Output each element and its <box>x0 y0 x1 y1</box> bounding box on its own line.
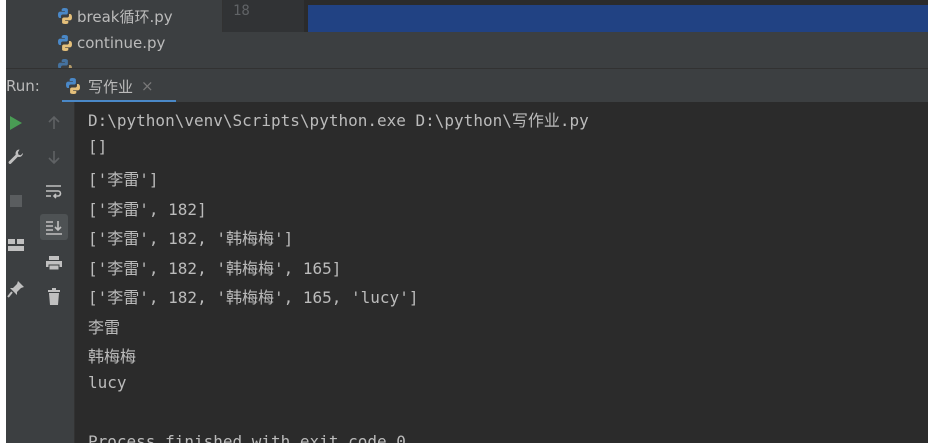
play-icon <box>10 116 22 130</box>
tree-item-label: continue.py <box>77 34 166 52</box>
console-line: ['李雷'] <box>88 170 159 189</box>
wrench-icon <box>8 149 23 164</box>
tree-item-break[interactable]: break循环.py <box>56 4 173 28</box>
arrow-down-icon <box>48 151 60 165</box>
layout-icon <box>8 239 24 251</box>
editor-area[interactable] <box>304 0 928 32</box>
soft-wrap-button[interactable] <box>42 180 66 202</box>
line-number: 18 <box>233 3 250 19</box>
rerun-button[interactable] <box>6 112 26 134</box>
console-line: lucy <box>88 373 127 392</box>
layout-button[interactable] <box>6 234 26 256</box>
console-line: 韩梅梅 <box>88 347 137 366</box>
run-toolbar-primary <box>6 102 34 443</box>
scroll-to-end-icon <box>46 221 62 235</box>
run-toolbar-secondary <box>34 102 75 443</box>
console-line: Process finished with exit code 0 <box>88 432 406 443</box>
run-tab[interactable]: 写作业 × <box>62 69 176 103</box>
selected-line-highlight <box>308 5 928 32</box>
clear-all-button[interactable] <box>42 286 66 308</box>
run-tab-label: 写作业 <box>88 77 134 96</box>
pin-button[interactable] <box>6 278 26 300</box>
console-line: D:\python\venv\Scripts\python.exe D:\pyt… <box>88 111 589 130</box>
arrow-up-icon <box>48 115 60 129</box>
editor-bottom-panel <box>222 32 928 68</box>
scroll-up-button[interactable] <box>42 112 66 134</box>
run-label: Run: <box>6 77 40 95</box>
console-line: ['李雷', 182, '韩梅梅', 165] <box>88 259 342 278</box>
trash-icon <box>48 288 60 305</box>
project-tree: break循环.py continue.py <box>6 0 222 68</box>
soft-wrap-icon <box>46 185 62 199</box>
scroll-down-button[interactable] <box>42 146 66 168</box>
editor-gutter: 18 <box>222 0 305 32</box>
tree-item-label: break循环.py <box>77 7 173 26</box>
run-window-header: Run: 写作业 × <box>6 68 928 103</box>
print-button[interactable] <box>42 252 66 274</box>
python-file-icon <box>66 78 80 94</box>
console-line: ['李雷', 182, '韩梅梅', 165, 'lucy'] <box>88 288 419 307</box>
stop-button[interactable] <box>6 190 26 212</box>
console-line: 李雷 <box>88 318 121 337</box>
console-line: ['李雷', 182] <box>88 200 207 219</box>
settings-button[interactable] <box>6 146 26 168</box>
console-line: ['李雷', 182, '韩梅梅'] <box>88 229 294 248</box>
pin-icon <box>7 281 24 298</box>
console-output[interactable]: D:\python\venv\Scripts\python.exe D:\pyt… <box>75 102 928 443</box>
stop-icon <box>10 195 22 207</box>
ide-window: break循环.py continue.py 18 Run: 写作业 × D:\… <box>6 0 928 443</box>
python-file-icon <box>58 35 72 51</box>
console-line: [] <box>88 137 108 156</box>
python-file-icon <box>58 59 72 68</box>
tree-item-continue[interactable]: continue.py <box>56 31 165 55</box>
print-icon <box>46 256 62 271</box>
scroll-to-end-button[interactable] <box>40 214 68 240</box>
tree-item-partial[interactable] <box>56 55 77 68</box>
close-icon[interactable]: × <box>141 77 154 95</box>
python-file-icon <box>58 8 72 24</box>
